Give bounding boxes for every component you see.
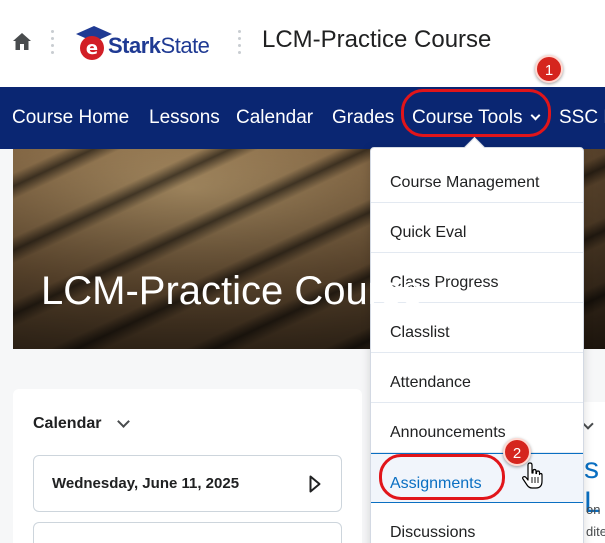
course-title[interactable]: LCM-Practice Course [262, 26, 491, 54]
step-badge-1: 1 [535, 55, 563, 83]
graduation-cap-icon: e [76, 26, 112, 60]
page: e StarkState LCM-Practice Course Course … [0, 0, 605, 543]
play-arrow-icon[interactable] [309, 475, 321, 493]
calendar-date-card[interactable]: Wednesday, June 11, 2025 [33, 455, 342, 512]
logo-wordmark: StarkState [108, 33, 210, 59]
hand-cursor-icon [522, 462, 543, 489]
top-header: e StarkState LCM-Practice Course [0, 0, 605, 87]
calendar-widget-title: Calendar [33, 415, 102, 432]
chevron-down-icon[interactable] [117, 415, 130, 428]
highlight-ring-assignments [379, 454, 505, 500]
home-icon[interactable] [11, 31, 33, 53]
menu-item-attendance[interactable]: Attendance [371, 353, 583, 403]
calendar-widget: Calendar Wednesday, June 11, 2025 [13, 389, 362, 543]
nav-grades[interactable]: Grades [332, 107, 394, 129]
menu-item-discussions[interactable]: Discussions [371, 503, 583, 543]
header-separator [51, 30, 55, 56]
right-widget-text: on [586, 502, 601, 517]
nav-calendar[interactable]: Calendar [236, 107, 313, 129]
header-separator [238, 30, 242, 56]
calendar-date: Wednesday, June 11, 2025 [52, 475, 240, 492]
logo-e-letter: e [86, 38, 98, 59]
nav-lessons[interactable]: Lessons [149, 107, 220, 129]
menu-item-quick-eval[interactable]: Quick Eval [371, 203, 583, 253]
highlight-ring-course-tools [401, 89, 551, 137]
logo-stark: Stark [108, 33, 161, 58]
nav-ssc[interactable]: SSC R [559, 107, 605, 129]
logo-state: State [160, 33, 210, 58]
menu-item-announcements[interactable]: Announcements [371, 403, 583, 453]
banner-title: LCM-Practice Course [41, 269, 424, 313]
calendar-event-card[interactable] [33, 522, 342, 543]
menu-item-course-management[interactable]: Course Management [371, 153, 583, 203]
stark-state-logo[interactable]: e StarkState [72, 22, 222, 62]
right-widget-text: dite [586, 524, 605, 539]
nav-course-home[interactable]: Course Home [12, 107, 129, 129]
